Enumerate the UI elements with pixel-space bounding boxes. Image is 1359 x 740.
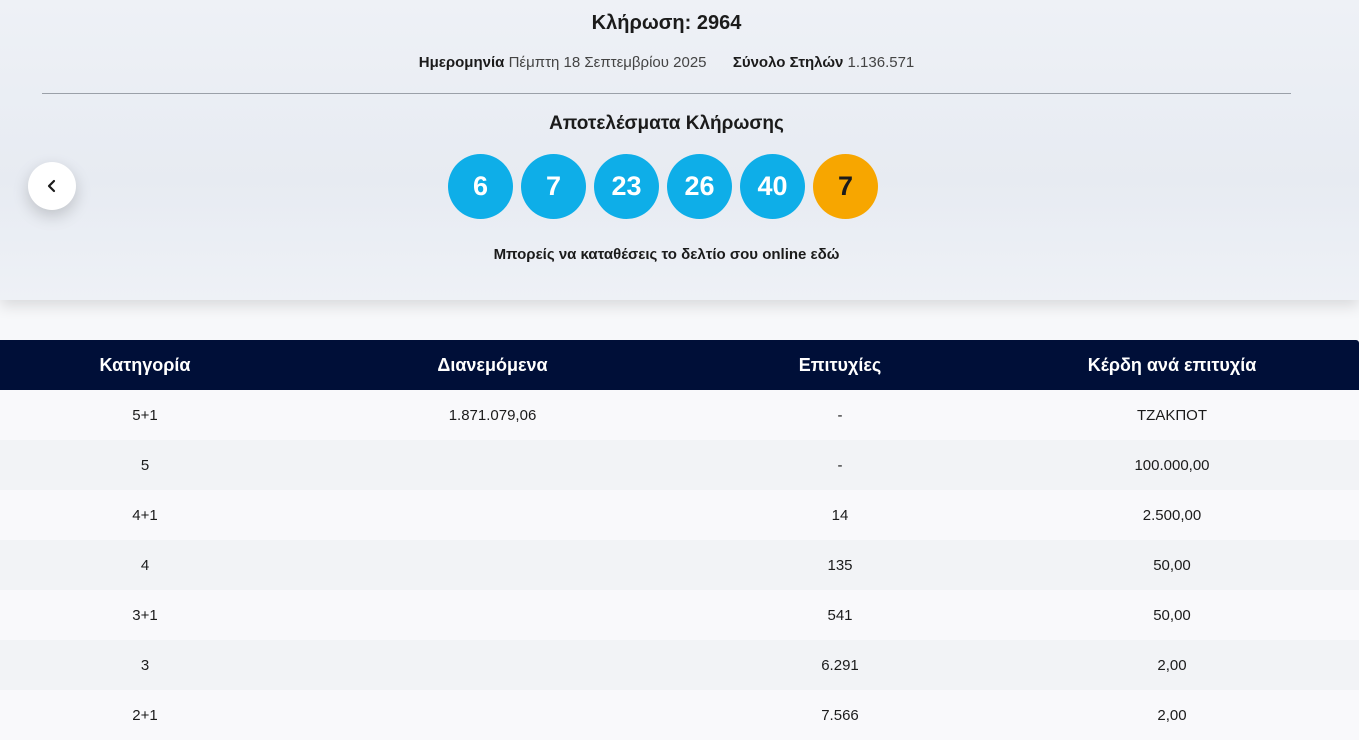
columns-label: Σύνολο Στηλών xyxy=(732,54,844,71)
draw-results-panel: Κλήρωση: 2964 Ημερομηνία Πέμπτη 18 Σεπτε… xyxy=(0,0,1359,300)
columns-value: 1.136.571 xyxy=(847,54,915,71)
table-row: 5 - 100.000,00 xyxy=(0,440,1359,490)
cell-category: 4 xyxy=(140,556,150,574)
number-ball: 7 xyxy=(521,154,586,219)
previous-draw-button[interactable] xyxy=(28,162,76,210)
number-ball: 40 xyxy=(740,154,805,219)
cell-category: 5 xyxy=(140,456,150,474)
winning-numbers: 6 7 23 26 40 7 xyxy=(448,154,878,219)
header-category: Κατηγορία xyxy=(99,354,191,375)
cell-category: 5+1 xyxy=(132,406,158,424)
cell-prize: ΤΖΑΚΠΟΤ xyxy=(1137,406,1207,424)
divider xyxy=(42,93,1291,94)
cell-category: 2+1 xyxy=(132,706,158,724)
cell-category: 3 xyxy=(140,656,150,674)
draw-meta: Ημερομηνία Πέμπτη 18 Σεπτεμβρίου 2025 Σύ… xyxy=(0,54,1333,71)
table-row: 4 135 50,00 xyxy=(0,540,1359,590)
cell-prize: 2,00 xyxy=(1157,656,1187,674)
cell-category: 4+1 xyxy=(132,506,158,524)
cell-prize: 2,00 xyxy=(1157,706,1187,724)
cell-prize: 100.000,00 xyxy=(1134,456,1210,474)
cell-winners: 541 xyxy=(827,606,853,624)
number-ball: 26 xyxy=(667,154,732,219)
cell-category: 3+1 xyxy=(132,606,158,624)
table-row: 2+1 7.566 2,00 xyxy=(0,690,1359,740)
cell-winners: 135 xyxy=(827,556,853,574)
chevron-left-icon xyxy=(47,179,56,193)
header-distributed: Διανεμόμενα xyxy=(437,354,548,375)
cell-distributed: 1.871.079,06 xyxy=(448,406,537,424)
table-row: 3 6.291 2,00 xyxy=(0,640,1359,690)
number-ball: 23 xyxy=(594,154,659,219)
cell-winners: 7.566 xyxy=(821,706,859,724)
cell-winners: 6.291 xyxy=(821,656,859,674)
cell-prize: 2.500,00 xyxy=(1142,506,1202,524)
cell-prize: 50,00 xyxy=(1153,606,1191,624)
draw-title: Κλήρωση: 2964 xyxy=(591,12,742,34)
header-prize-per-winner: Κέρδη ανά επιτυχία xyxy=(1087,354,1257,375)
results-title: Αποτελέσματα Κλήρωσης xyxy=(549,113,784,134)
cell-prize: 50,00 xyxy=(1153,556,1191,574)
date-label: Ημερομηνία xyxy=(418,54,505,71)
table-body: 5+1 1.871.079,06 - ΤΖΑΚΠΟΤ 5 - 100.000,0… xyxy=(0,390,1359,740)
cell-winners: 14 xyxy=(831,506,849,524)
table-header: Κατηγορία Διανεμόμενα Επιτυχίες Κέρδη αν… xyxy=(0,340,1359,390)
cell-winners: - xyxy=(837,406,843,424)
table-row: 4+1 14 2.500,00 xyxy=(0,490,1359,540)
number-ball: 6 xyxy=(448,154,513,219)
table-row: 3+1 541 50,00 xyxy=(0,590,1359,640)
date-value: Πέμπτη 18 Σεπτεμβρίου 2025 xyxy=(508,54,707,71)
bonus-ball: 7 xyxy=(813,154,878,219)
header-winners: Επιτυχίες xyxy=(798,354,882,375)
prize-table: Κατηγορία Διανεμόμενα Επιτυχίες Κέρδη αν… xyxy=(0,340,1359,740)
cell-winners: - xyxy=(837,456,843,474)
online-ticket-link[interactable]: Μπορείς να καταθέσεις το δελτίο σου onli… xyxy=(0,246,1333,263)
table-row: 5+1 1.871.079,06 - ΤΖΑΚΠΟΤ xyxy=(0,390,1359,440)
